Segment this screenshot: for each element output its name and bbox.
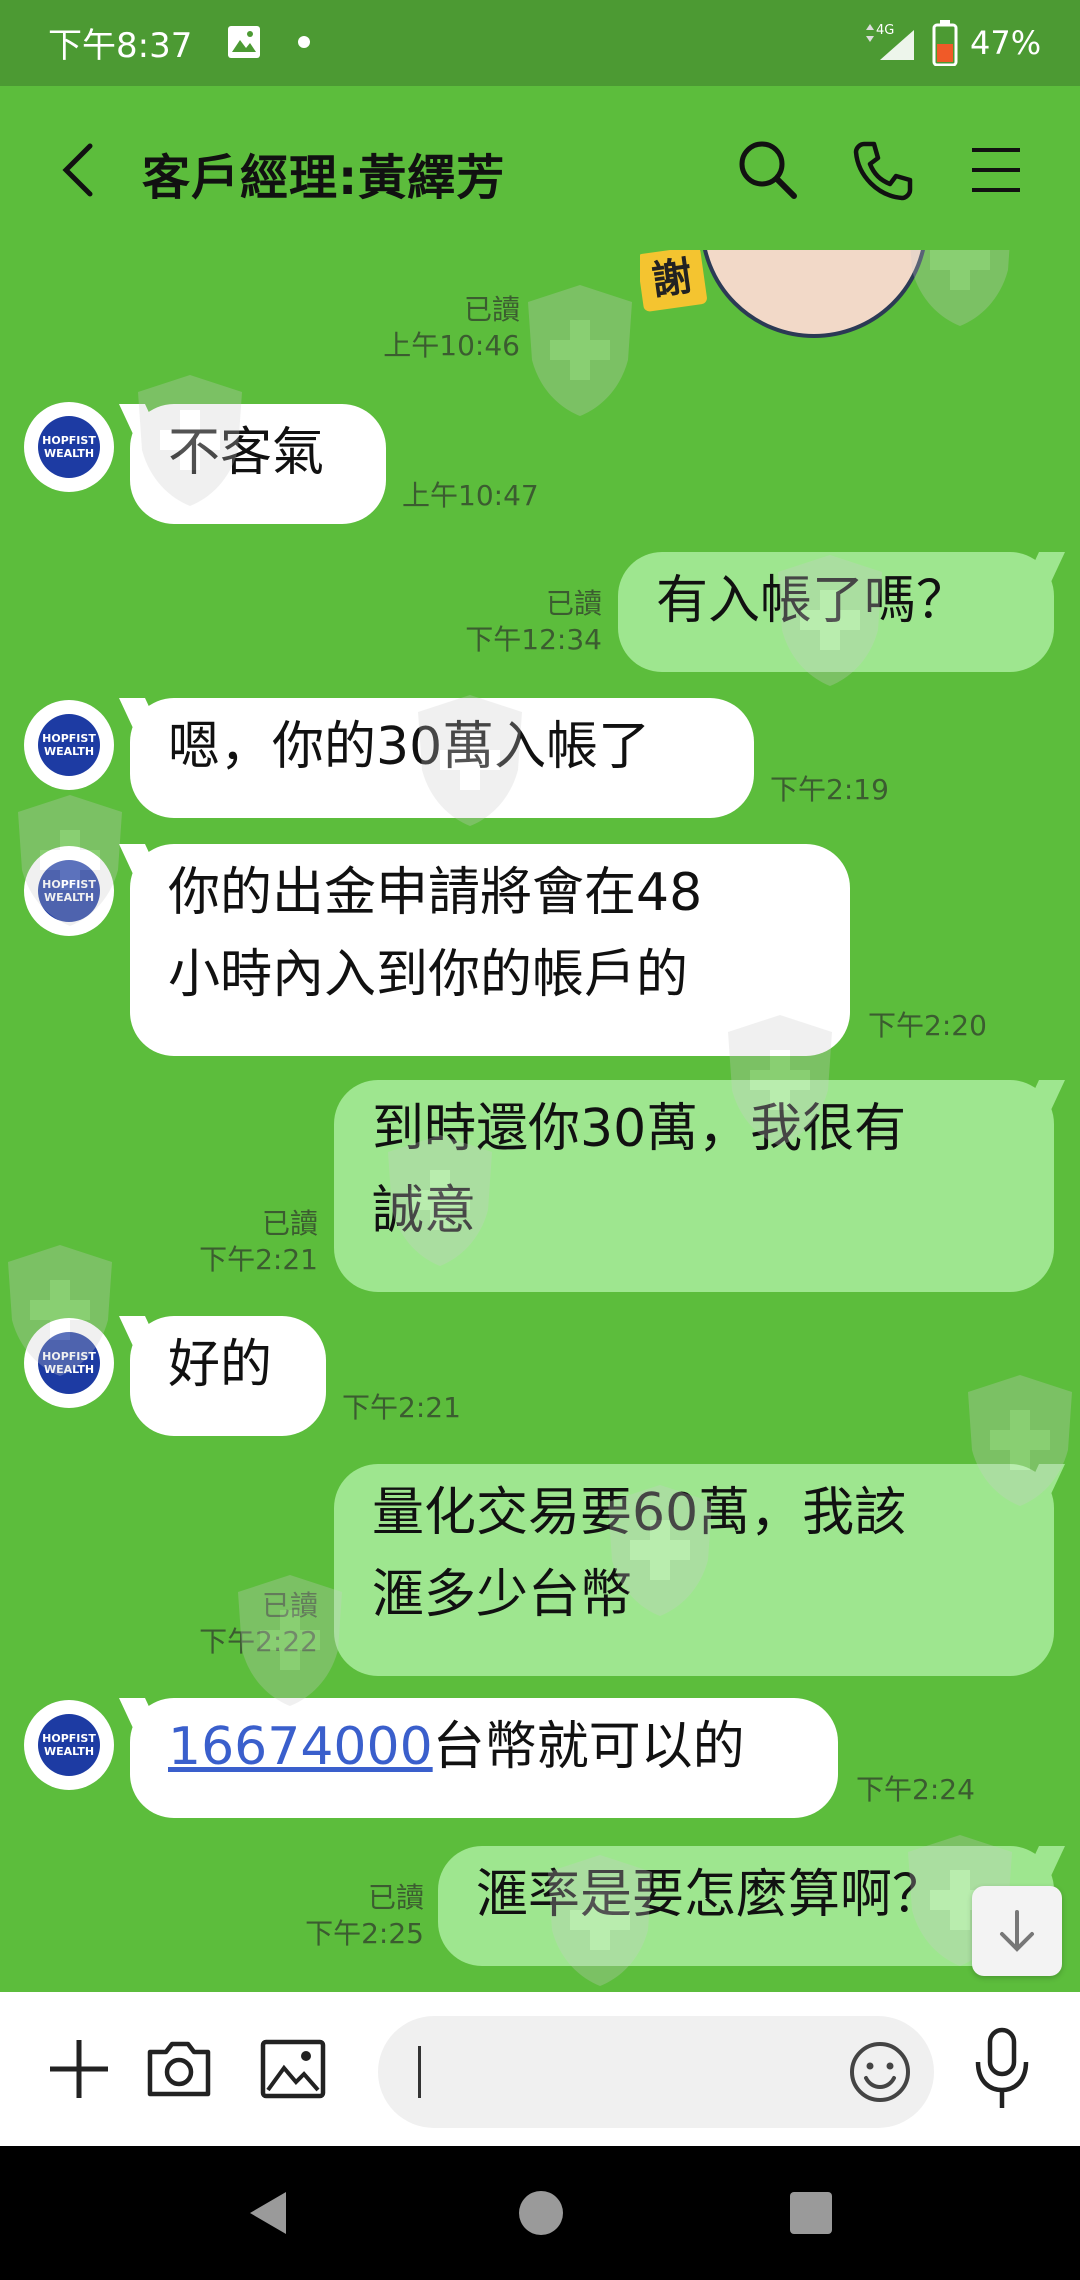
avatar-text-line2: WEALTH [43, 1745, 95, 1758]
avatar-text-line2: WEALTH [43, 745, 95, 758]
avatar-text-line1: HOPFIST [42, 434, 96, 447]
avatar-text-line1: HOPFIST [42, 1732, 96, 1745]
status-time: 下午8:37 [48, 26, 193, 66]
watermark-shield-icon [548, 1855, 652, 1986]
message-meta: 已讀 上午10:46 [350, 292, 520, 364]
nav-home-icon[interactable] [516, 2188, 566, 2238]
system-navigation-bar [0, 2146, 1080, 2280]
battery-icon [932, 20, 958, 66]
image-icon[interactable] [258, 2034, 328, 2104]
message-time: 上午10:47 [402, 479, 539, 512]
message-text: 台幣就可以的 [432, 1717, 745, 1777]
chat-title: 客戶經理:黃繹芳 [142, 150, 506, 206]
image-notification-icon [228, 26, 260, 58]
message-meta: 已讀 下午12:34 [420, 586, 602, 658]
watermark-shield-icon [728, 1015, 832, 1146]
chat-header: 客戶經理:黃繹芳 [0, 86, 1080, 250]
message-bubble-incoming[interactable]: 16674000台幣就可以的 [130, 1698, 838, 1818]
avatar-logo: HOPFIST WEALTH [38, 416, 100, 478]
scroll-to-bottom-button[interactable] [972, 1886, 1062, 1976]
signal-icon: 4G [866, 23, 914, 60]
mic-icon[interactable] [970, 2026, 1034, 2112]
message-time: 下午2:19 [770, 773, 889, 806]
search-icon[interactable] [736, 138, 800, 202]
avatar-logo: HOPFIST WEALTH [38, 714, 100, 776]
avatar-text-line1: HOPFIST [42, 732, 96, 745]
read-receipt: 已讀 [545, 587, 602, 620]
chat-messages[interactable]: 謝 已讀 上午10:46 HOPFIST WEALTH 不客氣 上午10:47 … [0, 250, 1080, 1992]
avatar[interactable]: HOPFIST WEALTH [24, 1700, 114, 1790]
notification-dot [298, 36, 310, 48]
menu-icon[interactable] [966, 142, 1026, 198]
avatar[interactable]: HOPFIST WEALTH [24, 700, 114, 790]
avatar-text-line2: WEALTH [43, 447, 95, 460]
watermark-shield-icon [418, 695, 522, 826]
watermark-shield-icon [138, 375, 242, 506]
message-time: 下午2:21 [199, 1243, 318, 1276]
avatar-logo: HOPFIST WEALTH [38, 1714, 100, 1776]
battery-percent: 47% [970, 24, 1042, 62]
message-text-line: 小時內入到你的帳戶的 [168, 945, 689, 1005]
read-receipt: 已讀 [367, 1881, 424, 1914]
emoji-icon[interactable] [848, 2040, 912, 2104]
watermark-shield-icon [18, 795, 122, 926]
arrow-down-icon [1000, 1910, 1034, 1952]
nav-recents-icon[interactable] [786, 2188, 836, 2238]
svg-text:4G: 4G [876, 23, 894, 38]
message-time: 下午2:21 [342, 1391, 461, 1424]
camera-icon[interactable] [144, 2034, 214, 2104]
phone-number-link[interactable]: 16674000 [168, 1717, 433, 1777]
watermark-shield-icon [608, 1485, 712, 1616]
message-bubble-incoming[interactable]: 好的 [130, 1316, 326, 1436]
watermark-shield-icon [388, 1135, 492, 1266]
sticker-tag: 謝 [640, 250, 708, 313]
message-meta: 已讀 下午2:21 [140, 1206, 318, 1278]
back-icon[interactable] [54, 138, 104, 202]
nav-back-icon[interactable] [244, 2188, 294, 2238]
message-time: 下午2:20 [868, 1009, 987, 1042]
message-meta: 已讀 下午2:25 [246, 1880, 424, 1952]
read-receipt: 已讀 [261, 1207, 318, 1240]
phone-icon[interactable] [850, 138, 914, 202]
sticker-face [700, 250, 928, 338]
message-composer [0, 1992, 1080, 2146]
watermark-shield-icon [910, 250, 1010, 326]
status-bar: 下午8:37 4G 47% [0, 0, 1080, 86]
message-time: 下午12:34 [465, 623, 602, 656]
watermark-shield-icon [968, 1375, 1072, 1506]
message-input[interactable] [378, 2016, 934, 2128]
message-text: 好的 [168, 1335, 273, 1395]
watermark-shield-icon [238, 1575, 342, 1706]
watermark-shield-icon [528, 285, 632, 416]
message-time: 下午2:24 [856, 1773, 975, 1806]
watermark-shield-icon [778, 555, 882, 686]
watermark-shield-icon [8, 1245, 112, 1376]
thanks-sticker[interactable]: 謝 [640, 250, 930, 342]
text-cursor [418, 2046, 421, 2098]
read-receipt: 已讀 [463, 293, 520, 326]
plus-icon[interactable] [44, 2034, 114, 2104]
message-time: 下午2:25 [305, 1917, 424, 1950]
message-text-line: 你的出金申請將會在48 [168, 863, 703, 923]
message-time: 上午10:46 [383, 329, 520, 362]
avatar[interactable]: HOPFIST WEALTH [24, 402, 114, 492]
